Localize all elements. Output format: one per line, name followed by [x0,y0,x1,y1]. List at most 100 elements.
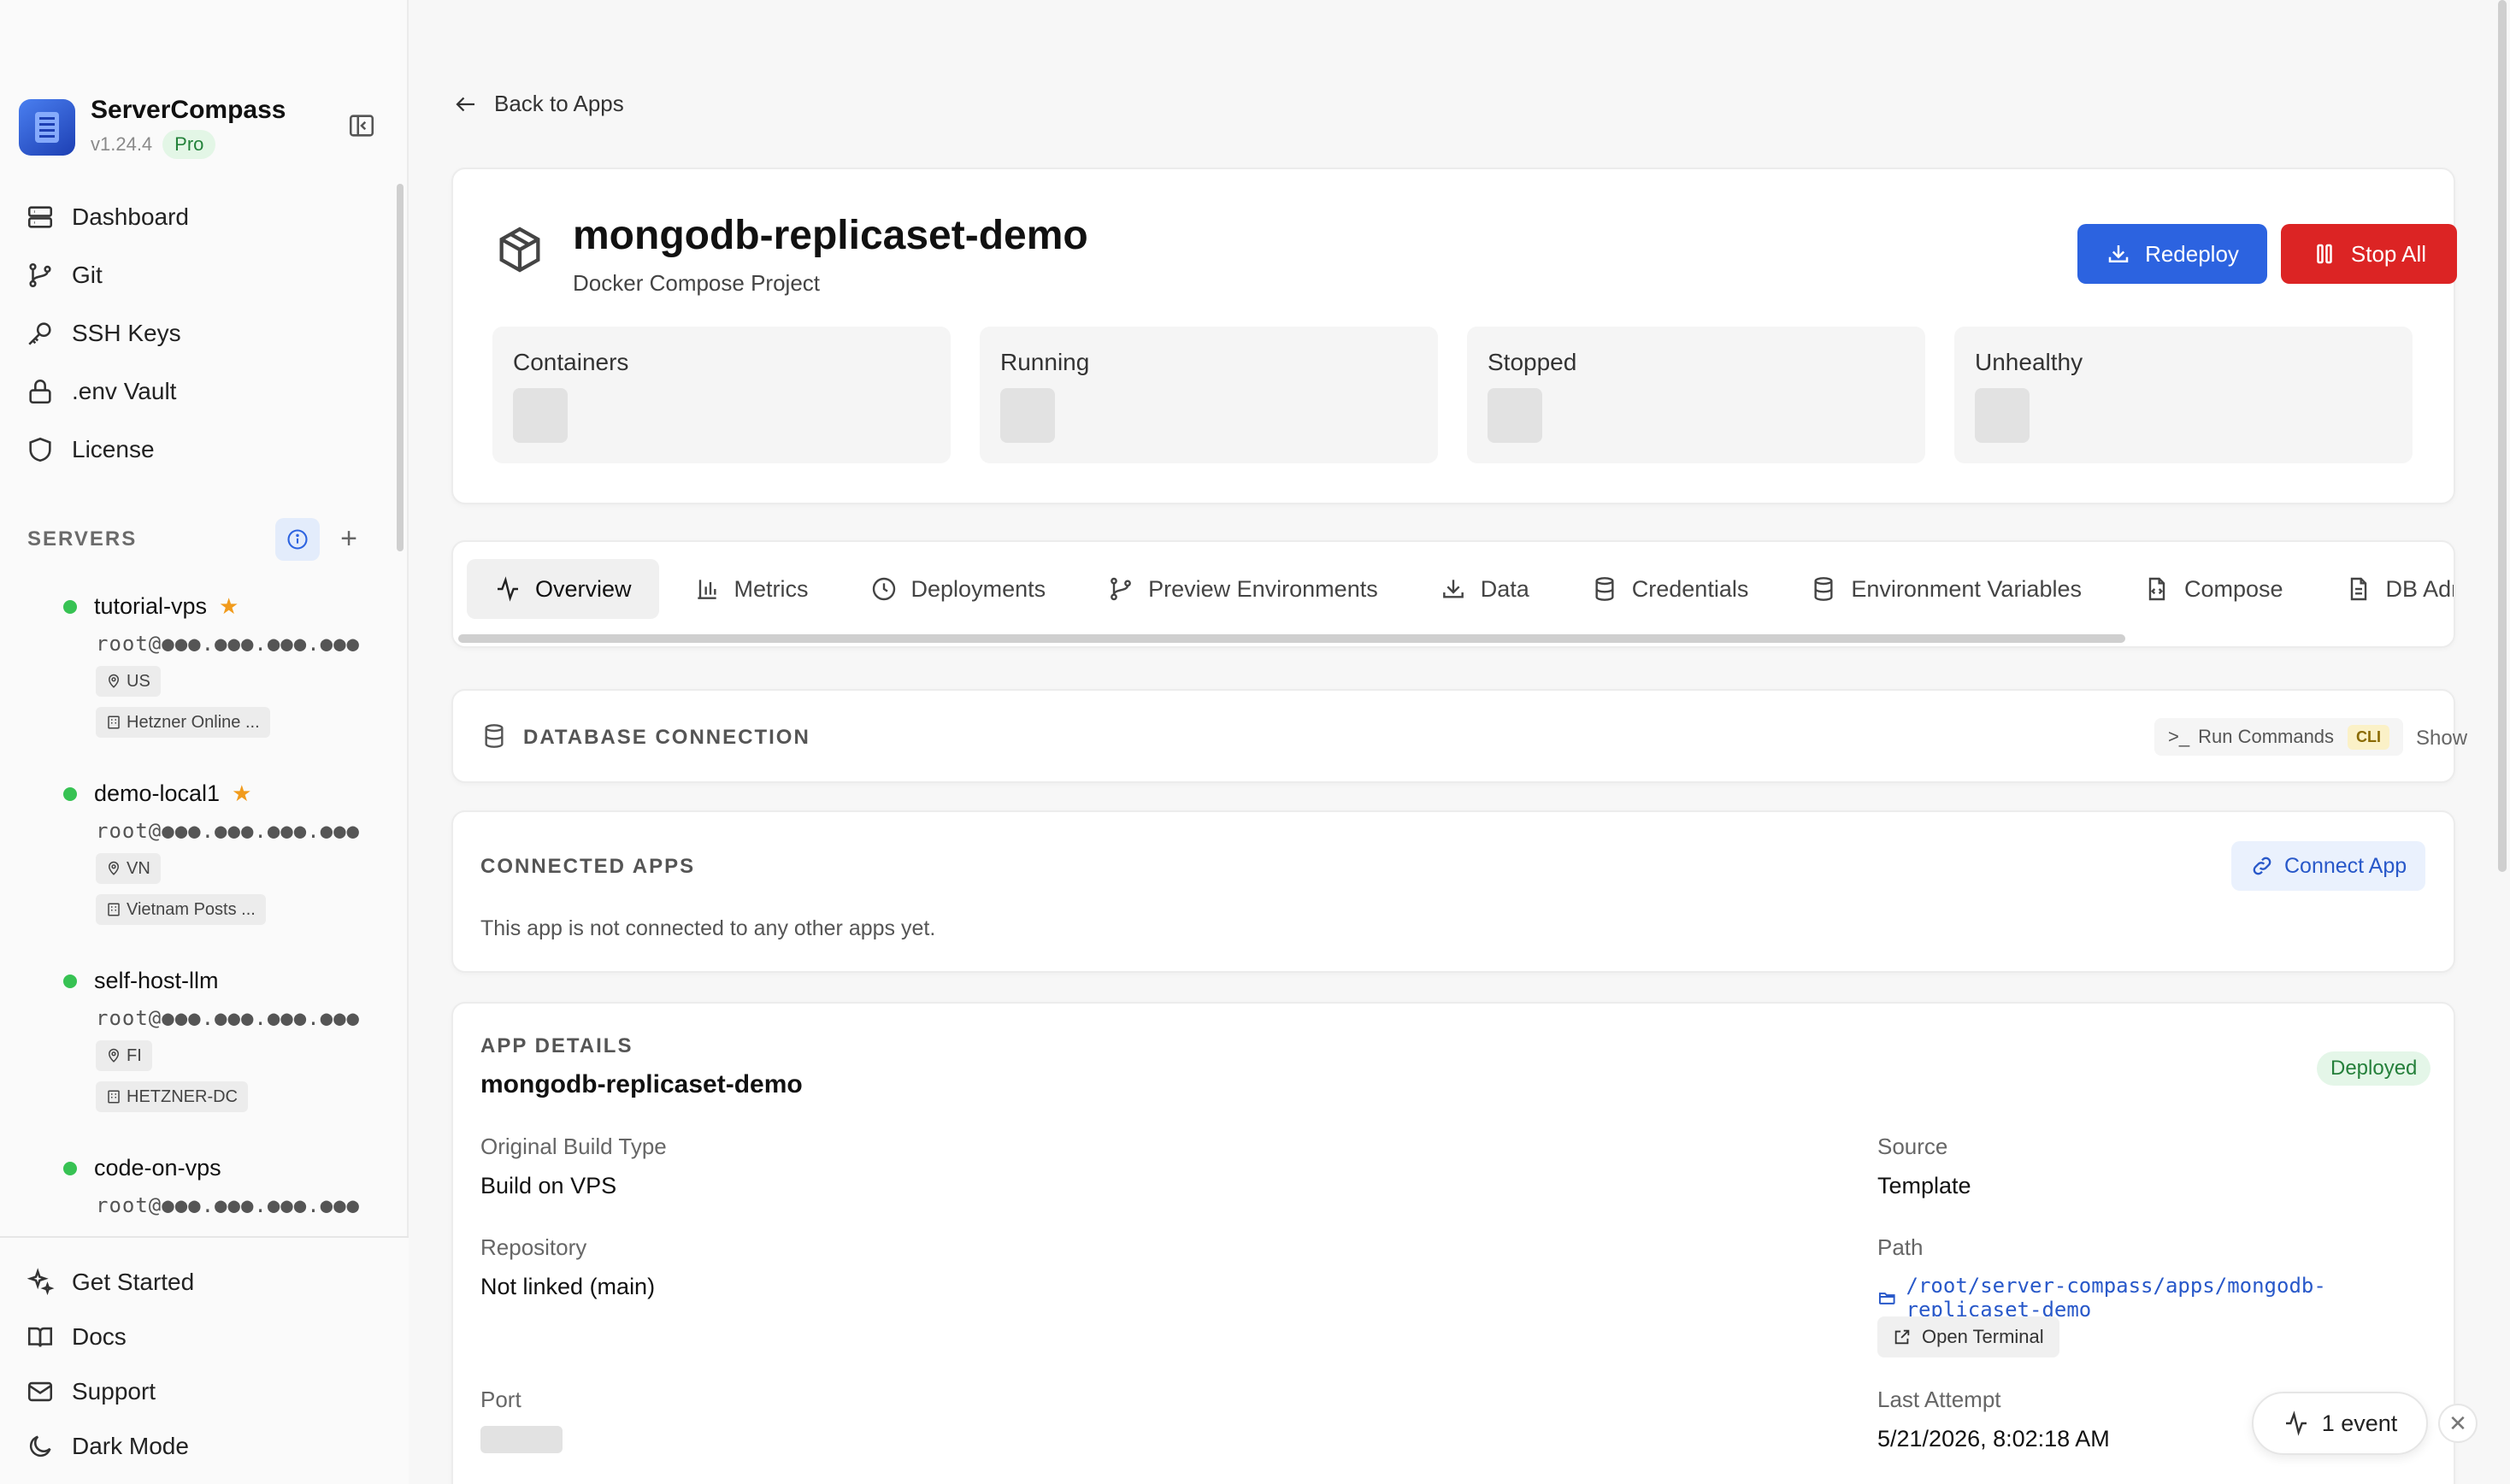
terminal-prompt-icon: >_ [2168,726,2190,747]
star-icon[interactable]: ★ [232,780,251,807]
app-header-card: mongodb-replicaset-demo Docker Compose P… [451,168,2457,504]
connected-apps-card: CONNECTED APPS Connect App This app is n… [451,810,2455,973]
path-link[interactable]: /root/server-compass/apps/mongodb-replic… [1877,1274,2454,1322]
git-branch-icon [29,262,51,288]
tab-overview[interactable]: Overview [467,559,659,619]
database-icon [1595,577,1614,601]
server-item-self-host-llm[interactable]: self-host-llm root@●●●.●●●.●●●.●●● FI HE… [63,968,371,1112]
mail-icon [27,1381,53,1402]
tab-label: Environment Variables [1851,575,2082,602]
brand[interactable]: ServerCompass v1.24.4 Pro [19,96,286,159]
database-icon [1814,577,1833,601]
star-icon[interactable]: ★ [219,593,239,620]
map-pin-icon [108,1048,120,1063]
open-terminal-label: Open Terminal [1922,1326,2044,1347]
run-commands-button[interactable]: >_ Run Commands CLI [2154,718,2404,756]
book-open-icon [27,1327,53,1347]
nav-label: Dashboard [72,203,189,230]
file-code-icon [2148,577,2165,601]
nav-item-dark-mode[interactable]: Dark Mode [26,1419,194,1474]
tab-environment-variables[interactable]: Environment Variables [1782,559,2109,619]
tab-preview-environments[interactable]: Preview Environments [1080,559,1405,619]
region-label: FI [127,1045,142,1065]
tab-label: Compose [2183,575,2283,602]
server-host: root@●●●.●●●.●●●.●●● [96,1006,360,1030]
tab-data[interactable]: Data [1412,559,1557,619]
stat-value-skeleton [1000,388,1055,443]
stat-stopped: Stopped [1467,327,1925,463]
shield-icon [29,437,51,462]
show-toggle[interactable]: Show [2416,727,2467,751]
server-item-demo-local1[interactable]: demo-local1 ★ root@●●●.●●●.●●●.●●● VN Vi… [63,780,371,925]
server-name: demo-local1 [94,780,221,806]
key-icon [28,322,51,345]
tab-credentials[interactable]: Credentials [1564,559,1776,619]
events-pill-button[interactable]: 1 event [2252,1392,2428,1455]
source-label: Source [1877,1134,1948,1159]
redeploy-button[interactable]: Redeploy [2077,224,2267,284]
server-item-tutorial-vps[interactable]: tutorial-vps ★ root@●●●.●●●.●●●.●●● US H… [63,593,371,738]
moon-icon [29,1435,51,1458]
nav-item-docs[interactable]: Docs [26,1310,194,1364]
tab-label: Data [1480,575,1529,602]
folder-open-icon [1878,1293,1895,1304]
tab-compose[interactable]: Compose [2116,559,2311,619]
tab-deployments[interactable]: Deployments [843,559,1074,619]
add-server-button[interactable]: + [332,521,366,556]
server-host: root@●●●.●●●.●●●.●●● [96,632,360,656]
nav-item-get-started[interactable]: Get Started [26,1255,194,1310]
status-badge: Deployed [2317,1051,2431,1086]
tab-db-admin[interactable]: DB Admi [2318,559,2454,619]
file-text-icon [2350,577,2366,601]
source-value: Template [1877,1173,1971,1198]
page-title: mongodb-replicaset-demo [573,213,1088,258]
nav-item-dashboard[interactable]: Dashboard [26,188,385,246]
connect-app-button[interactable]: Connect App [2231,841,2426,891]
repository-label: Repository [480,1234,587,1260]
last-attempt-label: Last Attempt [1877,1387,2001,1412]
nav-item-git[interactable]: Git [26,246,385,304]
connect-app-label: Connect App [2284,853,2407,878]
sidebar-scrollbar[interactable] [397,184,404,551]
server-item-code-on-vps[interactable]: code-on-vps root@●●●.●●●.●●●.●●● [63,1155,371,1217]
nav-item-support[interactable]: Support [26,1364,194,1419]
open-terminal-button[interactable]: Open Terminal [1877,1316,2059,1357]
tabs-scrollbar[interactable] [458,634,2125,643]
building-icon [108,716,120,729]
path-label: Path [1877,1234,1924,1260]
nav-label: Support [72,1378,156,1404]
page-scrollbar[interactable] [2498,0,2507,872]
nav-item-ssh-keys[interactable]: SSH Keys [26,304,385,362]
stat-label: Running [1000,349,1090,375]
database-connection-card[interactable]: DATABASE CONNECTION >_ Run Commands CLI … [451,689,2467,783]
app-logo-icon [19,99,75,156]
stop-all-button[interactable]: Stop All [2281,224,2457,284]
database-icon [485,724,504,748]
app-details-card: APP DETAILS mongodb-replicaset-demo Depl… [451,1002,2455,1484]
clock-icon [872,577,895,601]
connected-apps-title: CONNECTED APPS [480,855,696,878]
build-type-label: Original Build Type [480,1134,667,1159]
sidebar-footer: Get Started Docs Support Dark Mode [0,1236,409,1484]
stat-label: Stopped [1488,349,1577,375]
server-host: root@●●●.●●●.●●●.●●● [96,819,360,843]
sidebar: ServerCompass v1.24.4 Pro Dashboard Git … [0,0,409,1484]
provider-chip: Vietnam Posts ... [96,894,266,925]
main-nav: Dashboard Git SSH Keys .env Vault Licens… [26,188,385,479]
servers-info-button[interactable] [275,518,320,561]
nav-item-license[interactable]: License [26,421,385,479]
close-events-button[interactable]: ✕ [2438,1404,2478,1443]
back-to-apps-link[interactable]: Back to Apps [453,91,624,117]
tab-label: Overview [535,575,632,602]
bar-chart-icon [697,580,716,599]
app-details-name: mongodb-replicaset-demo [480,1070,803,1098]
collapse-sidebar-icon[interactable] [347,111,376,140]
activity-icon [498,576,518,602]
map-pin-icon [108,861,120,875]
stat-value-skeleton [513,388,568,443]
nav-item-env-vault[interactable]: .env Vault [26,362,385,421]
download-icon [2108,245,2129,262]
tab-metrics[interactable]: Metrics [666,559,836,619]
redeploy-label: Redeploy [2145,240,2239,267]
nav-label: SSH Keys [72,320,181,346]
